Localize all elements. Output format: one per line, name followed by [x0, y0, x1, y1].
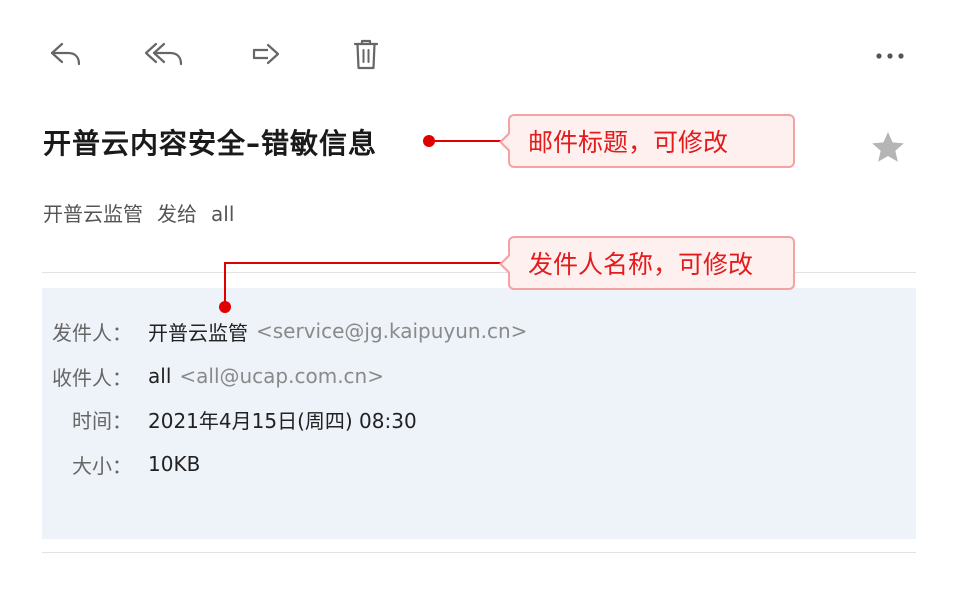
to-name[interactable]: all [148, 364, 171, 388]
summary-recipient[interactable]: all [211, 202, 234, 226]
from-label: 发件人： [52, 320, 132, 345]
email-card: 开普云内容安全–错敏信息 开普云监管 发给 all 发件人： 开普云监管 <serv… [0, 0, 954, 614]
time-row: 时间： 2021年4月15日(周四) 08:30 [42, 404, 417, 434]
from-address[interactable]: <service@jg.kaipuyun.cn> [256, 319, 527, 343]
summary-sent-to: 发给 [157, 202, 197, 226]
time-value: 2021年4月15日(周四) 08:30 [148, 408, 417, 433]
summary-sender[interactable]: 开普云监管 [43, 202, 143, 226]
trash-icon[interactable] [344, 34, 388, 74]
to-address[interactable]: <all@ucap.com.cn> [179, 364, 384, 388]
from-row: 发件人： 开普云监管 <service@jg.kaipuyun.cn> [42, 316, 527, 346]
forward-icon[interactable] [244, 34, 288, 74]
reply-icon[interactable] [44, 34, 88, 74]
size-value: 10KB [148, 452, 201, 476]
time-label: 时间： [72, 408, 132, 433]
email-details-panel: 发件人： 开普云监管 <service@jg.kaipuyun.cn> 收件人：… [42, 288, 916, 539]
reply-all-icon[interactable] [142, 34, 186, 74]
star-icon[interactable] [866, 127, 910, 167]
subject-callout: 邮件标题，可修改 [499, 114, 795, 168]
subject-marker-line [431, 140, 509, 142]
to-label: 收件人： [52, 365, 132, 390]
size-row: 大小： 10KB [42, 449, 200, 479]
to-row: 收件人： all <all@ucap.com.cn> [42, 361, 384, 391]
sender-summary: 开普云监管 发给 all [43, 198, 248, 227]
sender-marker-line-vertical [224, 262, 226, 304]
size-label: 大小： [72, 453, 132, 478]
sender-callout: 发件人名称，可修改 [499, 236, 795, 290]
footer-divider [42, 552, 916, 553]
email-subject: 开普云内容安全–错敏信息 [43, 127, 378, 160]
more-icon[interactable] [868, 36, 912, 76]
sender-marker-line-horizontal [224, 262, 509, 264]
from-name[interactable]: 开普云监管 [148, 317, 248, 346]
